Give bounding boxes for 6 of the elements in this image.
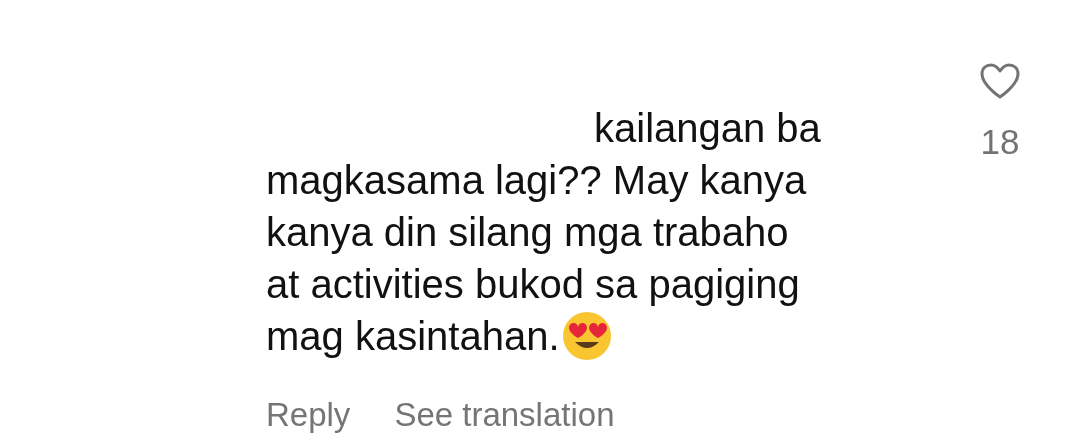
reply-link[interactable]: Reply	[266, 396, 351, 434]
heart-eyes-emoji-icon	[561, 311, 612, 361]
comment-text: mag kasintahan.	[266, 313, 560, 360]
like-count: 18	[980, 122, 1020, 162]
translation-link[interactable]: See translation	[394, 396, 615, 434]
heart-icon[interactable]	[979, 62, 1021, 100]
